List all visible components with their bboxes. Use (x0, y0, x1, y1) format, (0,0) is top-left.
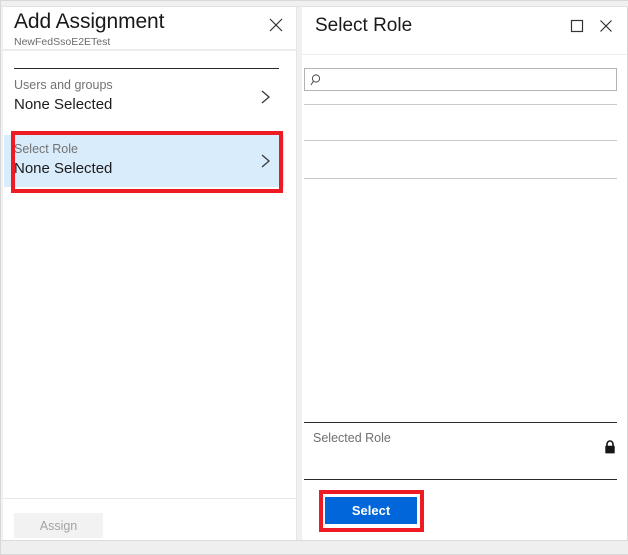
row-value: None Selected (14, 96, 112, 113)
select-role-header: Select Role (302, 7, 627, 55)
lock-icon (603, 439, 617, 455)
list-item[interactable] (304, 105, 617, 140)
list-item[interactable] (304, 141, 617, 178)
add-assignment-header: Add Assignment NewFedSsoE2ETest (3, 7, 296, 50)
selected-role-divider-bottom (304, 479, 617, 480)
row-value: None Selected (14, 160, 112, 177)
sidebar-item-users-and-groups[interactable]: Users and groups None Selected (4, 71, 284, 123)
page-title: Add Assignment (14, 10, 164, 34)
content-top-divider (3, 50, 296, 51)
blade-title: Select Role (315, 15, 412, 37)
search-input[interactable] (327, 69, 615, 90)
screenshot-root: Add Assignment NewFedSsoE2ETest Users an… (0, 0, 628, 555)
chevron-right-icon (258, 152, 274, 170)
section-rule (14, 68, 279, 69)
maximize-square-icon[interactable] (569, 18, 585, 34)
sidebar-item-select-role[interactable]: Select Role None Selected (4, 135, 284, 187)
assign-button[interactable]: Assign (14, 513, 103, 538)
window-chrome-bottom (1, 540, 628, 554)
close-icon[interactable] (598, 18, 614, 34)
select-role-blade: Select Role (302, 7, 627, 541)
close-icon[interactable] (267, 16, 285, 34)
add-assignment-blade: Add Assignment NewFedSsoE2ETest Users an… (3, 7, 297, 541)
footer-divider (3, 498, 296, 499)
row-label: Users and groups (14, 78, 113, 92)
chevron-right-icon (258, 88, 274, 106)
row-label: Select Role (14, 142, 78, 156)
page-subtitle: NewFedSsoE2ETest (14, 36, 110, 48)
selected-role-label: Selected Role (313, 431, 391, 445)
select-button[interactable]: Select (325, 497, 417, 524)
search-icon (310, 73, 324, 87)
list-item[interactable] (304, 179, 617, 421)
search-box[interactable] (304, 68, 617, 91)
selected-role-divider-top (304, 422, 617, 423)
